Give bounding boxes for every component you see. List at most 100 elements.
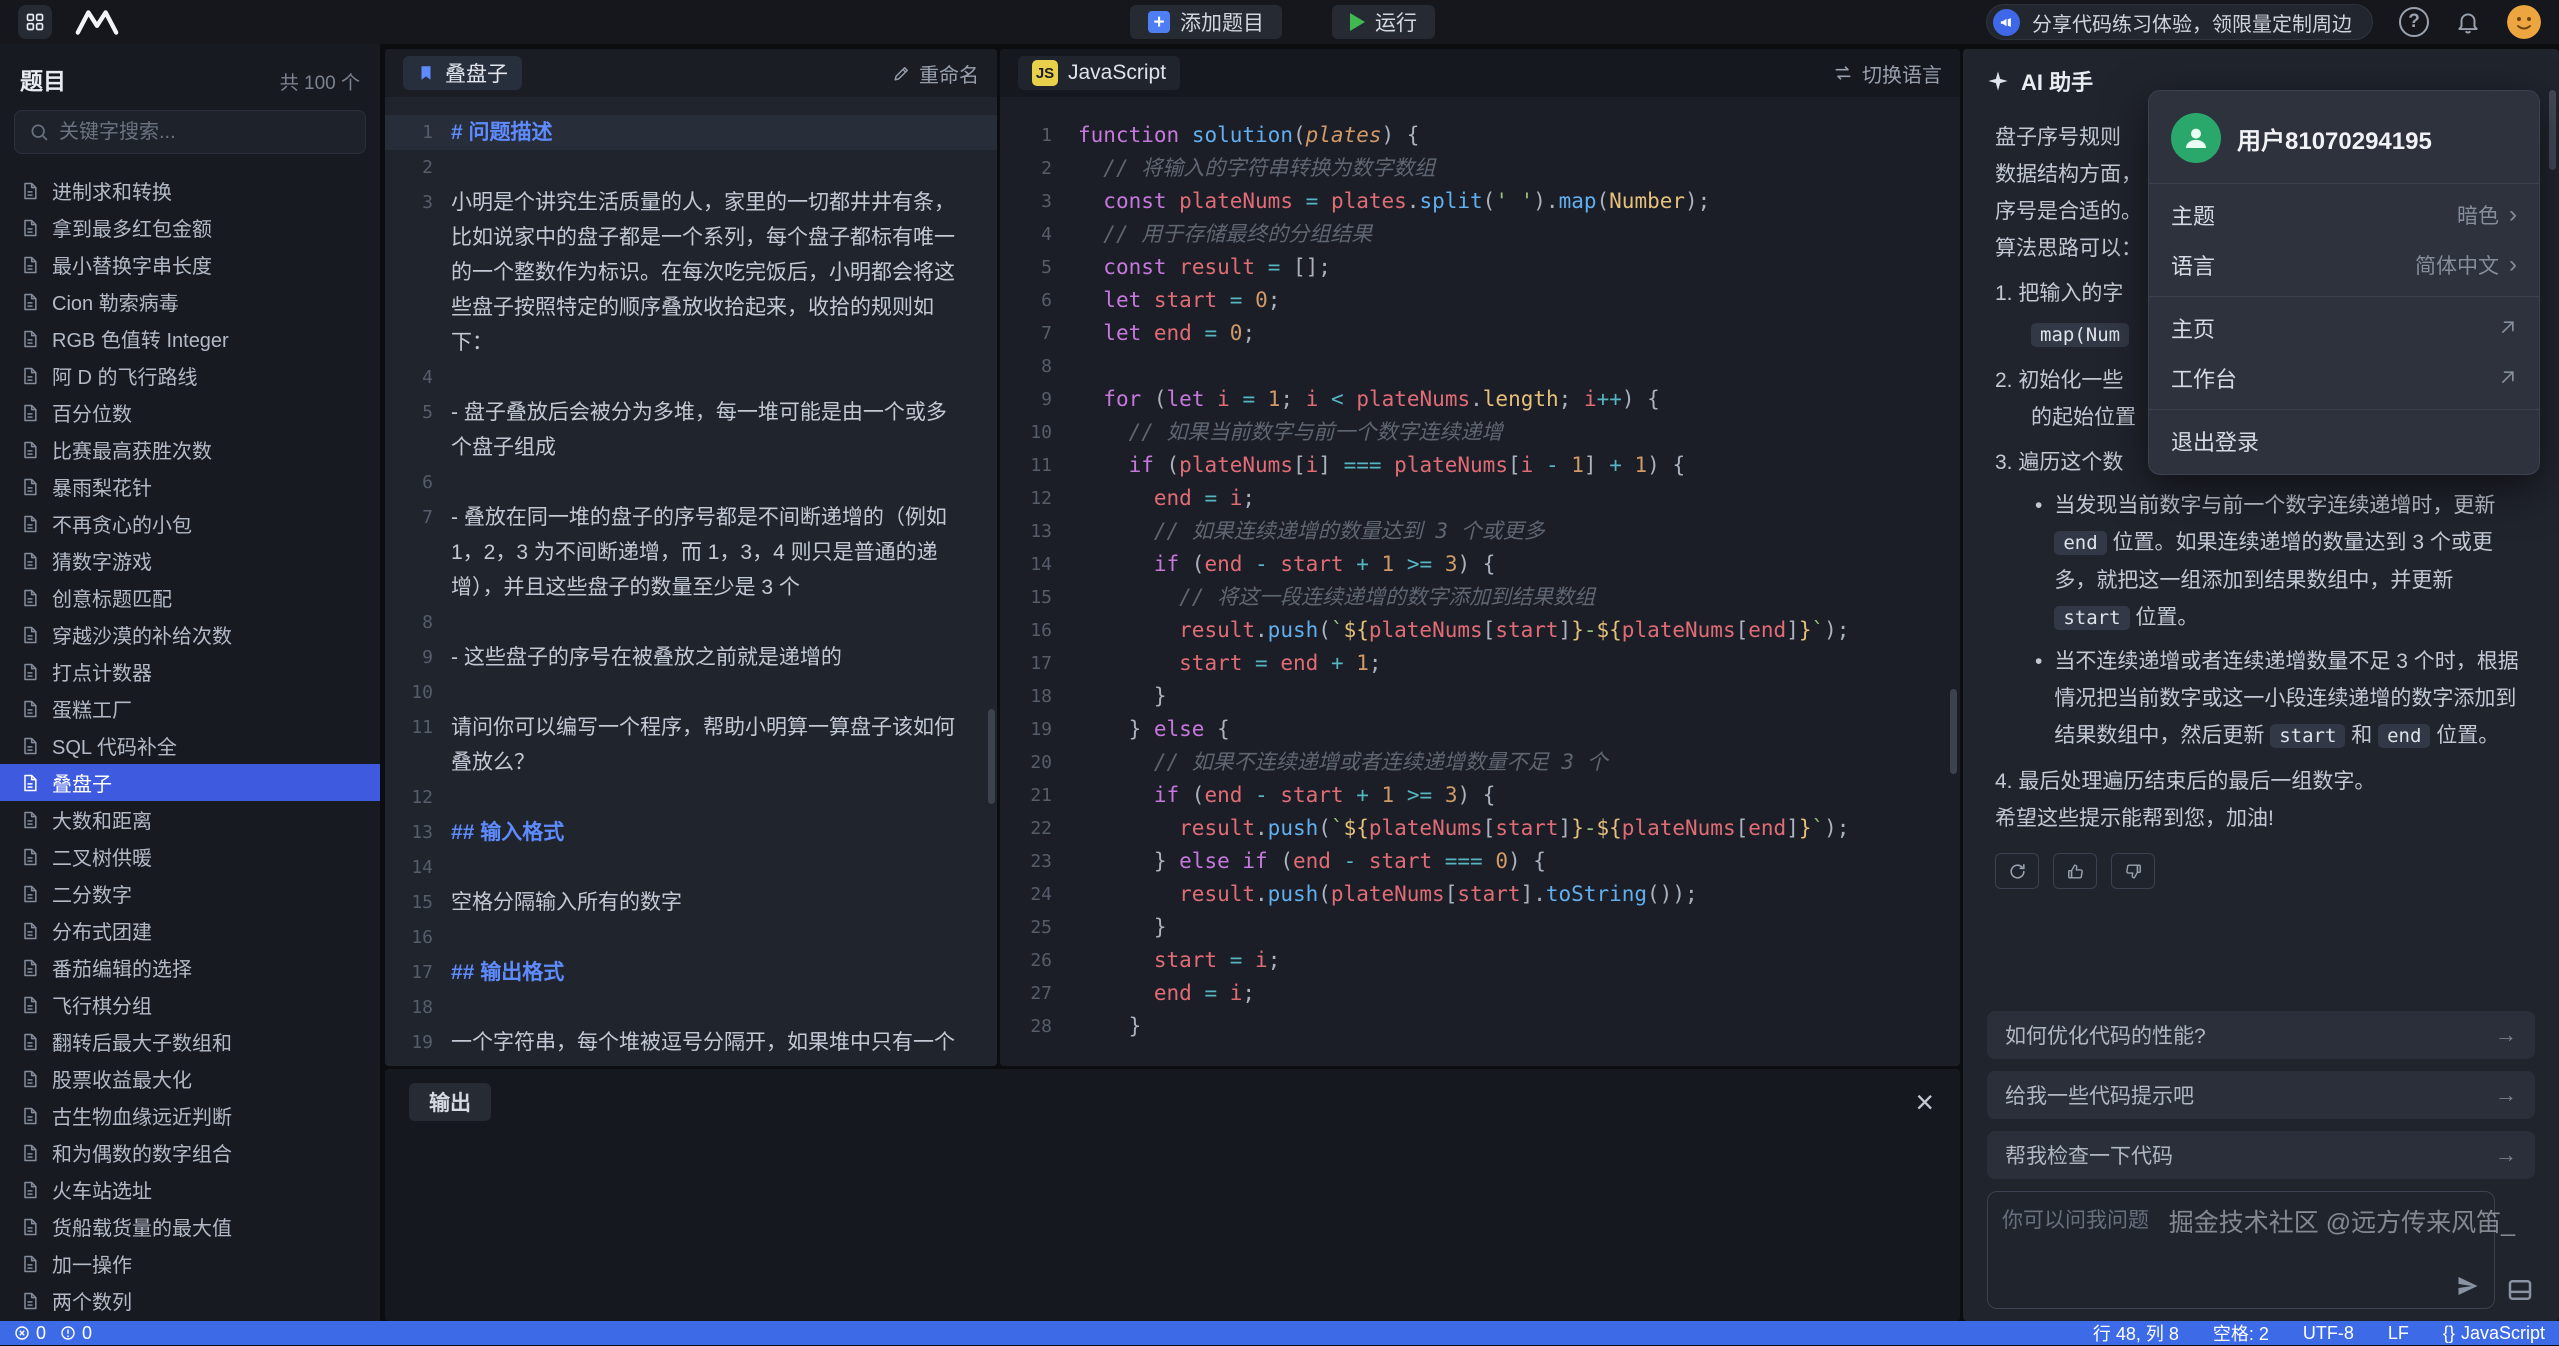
sidebar-item[interactable]: 打点计数器 bbox=[0, 653, 380, 690]
problem-tab[interactable]: 叠盘子 bbox=[403, 56, 522, 90]
editor-scrollbar[interactable] bbox=[1950, 689, 1957, 774]
menu-item-theme[interactable]: 主题 暗色› bbox=[2149, 190, 2539, 240]
ai-input-box[interactable] bbox=[1987, 1191, 2495, 1309]
inline-code: end bbox=[2054, 531, 2106, 555]
menu-item-language[interactable]: 语言 简体中文› bbox=[2149, 240, 2539, 290]
encoding[interactable]: UTF-8 bbox=[2303, 1323, 2354, 1344]
sidebar-item[interactable]: 猜数字游戏 bbox=[0, 542, 380, 579]
sidebar-item[interactable]: Cion 勒索病毒 bbox=[0, 283, 380, 320]
problem-scrollbar[interactable] bbox=[988, 709, 995, 804]
sidebar-item[interactable]: 创意标题匹配 bbox=[0, 579, 380, 616]
sidebar-item[interactable]: 加一操作 bbox=[0, 1245, 380, 1282]
sidebar-item[interactable]: 暴雨梨花针 bbox=[0, 468, 380, 505]
sidebar-item[interactable]: 两个数列 bbox=[0, 1282, 380, 1319]
ai-scrollbar[interactable] bbox=[2549, 90, 2556, 170]
markdown-line: 15空格分隔输入所有的数字 bbox=[385, 885, 997, 920]
line-number: 18 bbox=[1000, 680, 1078, 713]
rename-button[interactable]: 重命名 bbox=[892, 59, 979, 88]
sidebar-item[interactable]: 货船载货量的最大值 bbox=[0, 1208, 380, 1245]
line-number: 16 bbox=[385, 920, 451, 955]
bookmark-icon bbox=[417, 64, 435, 82]
language-tab[interactable]: JS JavaScript bbox=[1018, 56, 1180, 90]
external-link-icon bbox=[2497, 368, 2517, 388]
problem-content[interactable]: 1# 问题描述23小明是个讲究生活质量的人，家里的一切都井井有条，比如说家中的盘… bbox=[385, 97, 997, 1066]
thumbs-down-button[interactable] bbox=[2111, 853, 2155, 889]
sidebar-item[interactable]: RGB 色值转 Integer bbox=[0, 320, 380, 357]
code-text: // 用于存储最终的分组结果 bbox=[1078, 218, 1372, 251]
warnings-indicator[interactable]: 0 bbox=[60, 1323, 92, 1344]
sidebar-item[interactable]: 蛋糕工厂 bbox=[0, 690, 380, 727]
eol-type[interactable]: LF bbox=[2388, 1323, 2409, 1344]
errors-indicator[interactable]: 0 bbox=[14, 1323, 46, 1344]
code-text: // 将这一段连续递增的数字添加到结果数组 bbox=[1078, 581, 1595, 614]
code-text: let end = 0; bbox=[1078, 317, 1255, 350]
sidebar-item[interactable]: 不再贪心的小包 bbox=[0, 505, 380, 542]
sidebar-item[interactable]: 二叉树供暖 bbox=[0, 838, 380, 875]
add-problem-button[interactable]: + 添加题目 bbox=[1130, 5, 1282, 39]
menu-item-logout[interactable]: 退出登录 bbox=[2149, 416, 2539, 466]
search-box[interactable] bbox=[14, 110, 366, 154]
sidebar-item[interactable]: 古生物血缘远近判断 bbox=[0, 1097, 380, 1134]
menu-user-row[interactable]: 用户81070294195 bbox=[2149, 99, 2539, 177]
sidebar-item[interactable]: 比赛最高获胜次数 bbox=[0, 431, 380, 468]
markdown-line: 16 bbox=[385, 920, 997, 955]
send-icon[interactable] bbox=[2456, 1274, 2480, 1298]
regenerate-button[interactable] bbox=[1995, 853, 2039, 889]
code-line: 16 result.push(`${plateNums[start]}-${pl… bbox=[1000, 614, 1960, 647]
line-number: 17 bbox=[1000, 647, 1078, 680]
markdown-line: 7- 叠放在同一堆的盘子的序号都是不间断递增的（例如 1，2，3 为不间断递增，… bbox=[385, 500, 997, 605]
sidebar-item[interactable]: 番茄编辑的选择 bbox=[0, 949, 380, 986]
sidebar-item[interactable]: 拿到最多红包金额 bbox=[0, 209, 380, 246]
sidebar-item[interactable]: 穿越沙漠的补给次数 bbox=[0, 616, 380, 653]
line-number: 2 bbox=[1000, 152, 1078, 185]
user-avatar[interactable] bbox=[2507, 5, 2541, 39]
sidebar-item-label: 货船载货量的最大值 bbox=[52, 1212, 232, 1241]
sidebar-item[interactable]: 和为偶数的数字组合 bbox=[0, 1134, 380, 1171]
indentation[interactable]: 空格: 2 bbox=[2213, 1320, 2269, 1346]
sidebar-item[interactable]: 百分位数 bbox=[0, 394, 380, 431]
menu-item-workspace[interactable]: 工作台 bbox=[2149, 353, 2539, 403]
sidebar-item[interactable]: 最小替换字串长度 bbox=[0, 246, 380, 283]
sidebar-item[interactable]: SQL 代码补全 bbox=[0, 727, 380, 764]
search-input[interactable] bbox=[59, 121, 351, 144]
panel-dock-icon[interactable] bbox=[2505, 1275, 2535, 1305]
close-icon[interactable]: × bbox=[1915, 1086, 1934, 1118]
promo-banner[interactable]: 分享代码练习体验，领限量定制周边 bbox=[1986, 4, 2373, 40]
sidebar-item[interactable]: 叠盘子 bbox=[0, 764, 380, 801]
cursor-position[interactable]: 行 48, 列 8 bbox=[2093, 1320, 2179, 1346]
app-logo-icon[interactable] bbox=[18, 5, 52, 39]
sidebar-item[interactable]: 火车站选址 bbox=[0, 1171, 380, 1208]
sidebar-item[interactable]: 进制求和转换 bbox=[0, 172, 380, 209]
markdown-line: 10 bbox=[385, 675, 997, 710]
menu-item-homepage[interactable]: 主页 bbox=[2149, 303, 2539, 353]
markdown-text: 一个字符串，每个堆被逗号分隔开，如果堆中只有一个盘子，就用序号表达；如果堆中有多… bbox=[451, 1025, 997, 1066]
run-button[interactable]: 运行 bbox=[1332, 5, 1435, 39]
sidebar-item[interactable]: 翻转后最大子数组和 bbox=[0, 1023, 380, 1060]
sidebar-item[interactable]: 二分数字 bbox=[0, 875, 380, 912]
notification-bell-icon[interactable] bbox=[2455, 9, 2481, 35]
ai-suggestion-card[interactable]: 如何优化代码的性能?→ bbox=[1987, 1011, 2535, 1059]
document-icon bbox=[20, 292, 40, 312]
output-header: 输出 × bbox=[385, 1069, 1960, 1121]
help-icon[interactable]: ? bbox=[2399, 7, 2429, 37]
ai-question-input[interactable] bbox=[2002, 1204, 2480, 1268]
markdown-line: 19一个字符串，每个堆被逗号分隔开，如果堆中只有一个盘子，就用序号表达；如果堆中… bbox=[385, 1025, 997, 1066]
code-content[interactable]: 1function solution(plates) {2 // 将输入的字符串… bbox=[1000, 97, 1960, 1066]
sidebar-item[interactable]: 飞行棋分组 bbox=[0, 986, 380, 1023]
ai-suggestion-card[interactable]: 给我一些代码提示吧→ bbox=[1987, 1071, 2535, 1119]
sidebar-item[interactable]: 股票收益最大化 bbox=[0, 1060, 380, 1097]
markdown-line: 5- 盘子叠放后会被分为多堆，每一堆可能是由一个或多个盘子组成 bbox=[385, 395, 997, 465]
switch-language-button[interactable]: 切换语言 bbox=[1833, 59, 1942, 88]
line-number: 8 bbox=[385, 605, 451, 640]
thumbs-up-icon bbox=[2066, 862, 2085, 881]
status-right: 行 48, 列 8 空格: 2 UTF-8 LF {} JavaScript bbox=[2093, 1320, 2545, 1346]
brand-mountain-logo-icon[interactable] bbox=[74, 8, 120, 36]
output-tab[interactable]: 输出 bbox=[409, 1083, 491, 1121]
document-icon bbox=[20, 551, 40, 571]
sidebar-item[interactable]: 阿 D 的飞行路线 bbox=[0, 357, 380, 394]
thumbs-up-button[interactable] bbox=[2053, 853, 2097, 889]
sidebar-item[interactable]: 大数和距离 bbox=[0, 801, 380, 838]
language-mode[interactable]: {} JavaScript bbox=[2443, 1323, 2545, 1344]
ai-suggestion-card[interactable]: 帮我检查一下代码→ bbox=[1987, 1131, 2535, 1179]
sidebar-item[interactable]: 分布式团建 bbox=[0, 912, 380, 949]
